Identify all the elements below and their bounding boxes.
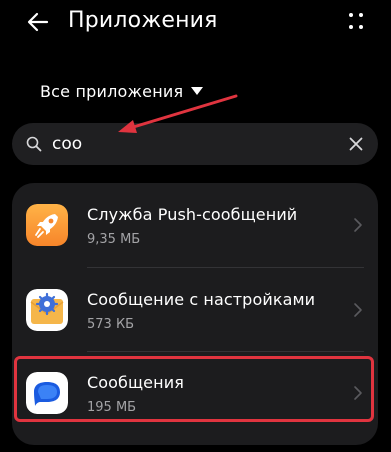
chat-bubble-icon (26, 372, 68, 414)
chevron-right-icon (352, 384, 364, 402)
more-vertical-icon (346, 10, 366, 32)
search-bar (12, 123, 378, 165)
app-row-message-settings[interactable]: Сообщение с настройками 573 КБ (12, 270, 378, 350)
app-name: Сообщения (87, 373, 184, 392)
more-options-button[interactable] (343, 6, 369, 36)
app-size: 573 КБ (87, 317, 135, 332)
list-divider (87, 267, 364, 268)
app-name: Сообщение с настройками (87, 290, 316, 309)
app-filter-dropdown[interactable]: Все приложения (40, 78, 204, 104)
app-size: 9,35 МБ (87, 232, 141, 247)
arrow-left-icon (25, 9, 51, 35)
list-divider (87, 351, 364, 352)
back-button[interactable] (20, 4, 56, 40)
app-manager-screen: Приложения Все приложения соо Служба Pus… (0, 0, 391, 452)
search-icon (26, 136, 42, 152)
rocket-icon (26, 204, 68, 246)
clear-search-button[interactable] (344, 132, 368, 156)
app-list: Служба Push-сообщений 9,35 МБ Сообщение … (12, 183, 378, 445)
app-size: 195 МБ (87, 400, 137, 415)
app-name: Служба Push-сообщений (87, 205, 298, 224)
chevron-right-icon (352, 216, 364, 234)
search-input[interactable] (52, 134, 322, 154)
close-icon (349, 137, 363, 151)
app-row-messages[interactable]: Сообщения 195 МБ (12, 353, 378, 433)
filter-label: Все приложения (40, 81, 184, 101)
page-title: Приложения (68, 8, 218, 33)
app-row-push-service[interactable]: Служба Push-сообщений 9,35 МБ (12, 185, 378, 265)
envelope-gear-icon (26, 289, 68, 331)
chevron-right-icon (352, 301, 364, 319)
triangle-down-icon (191, 86, 204, 96)
